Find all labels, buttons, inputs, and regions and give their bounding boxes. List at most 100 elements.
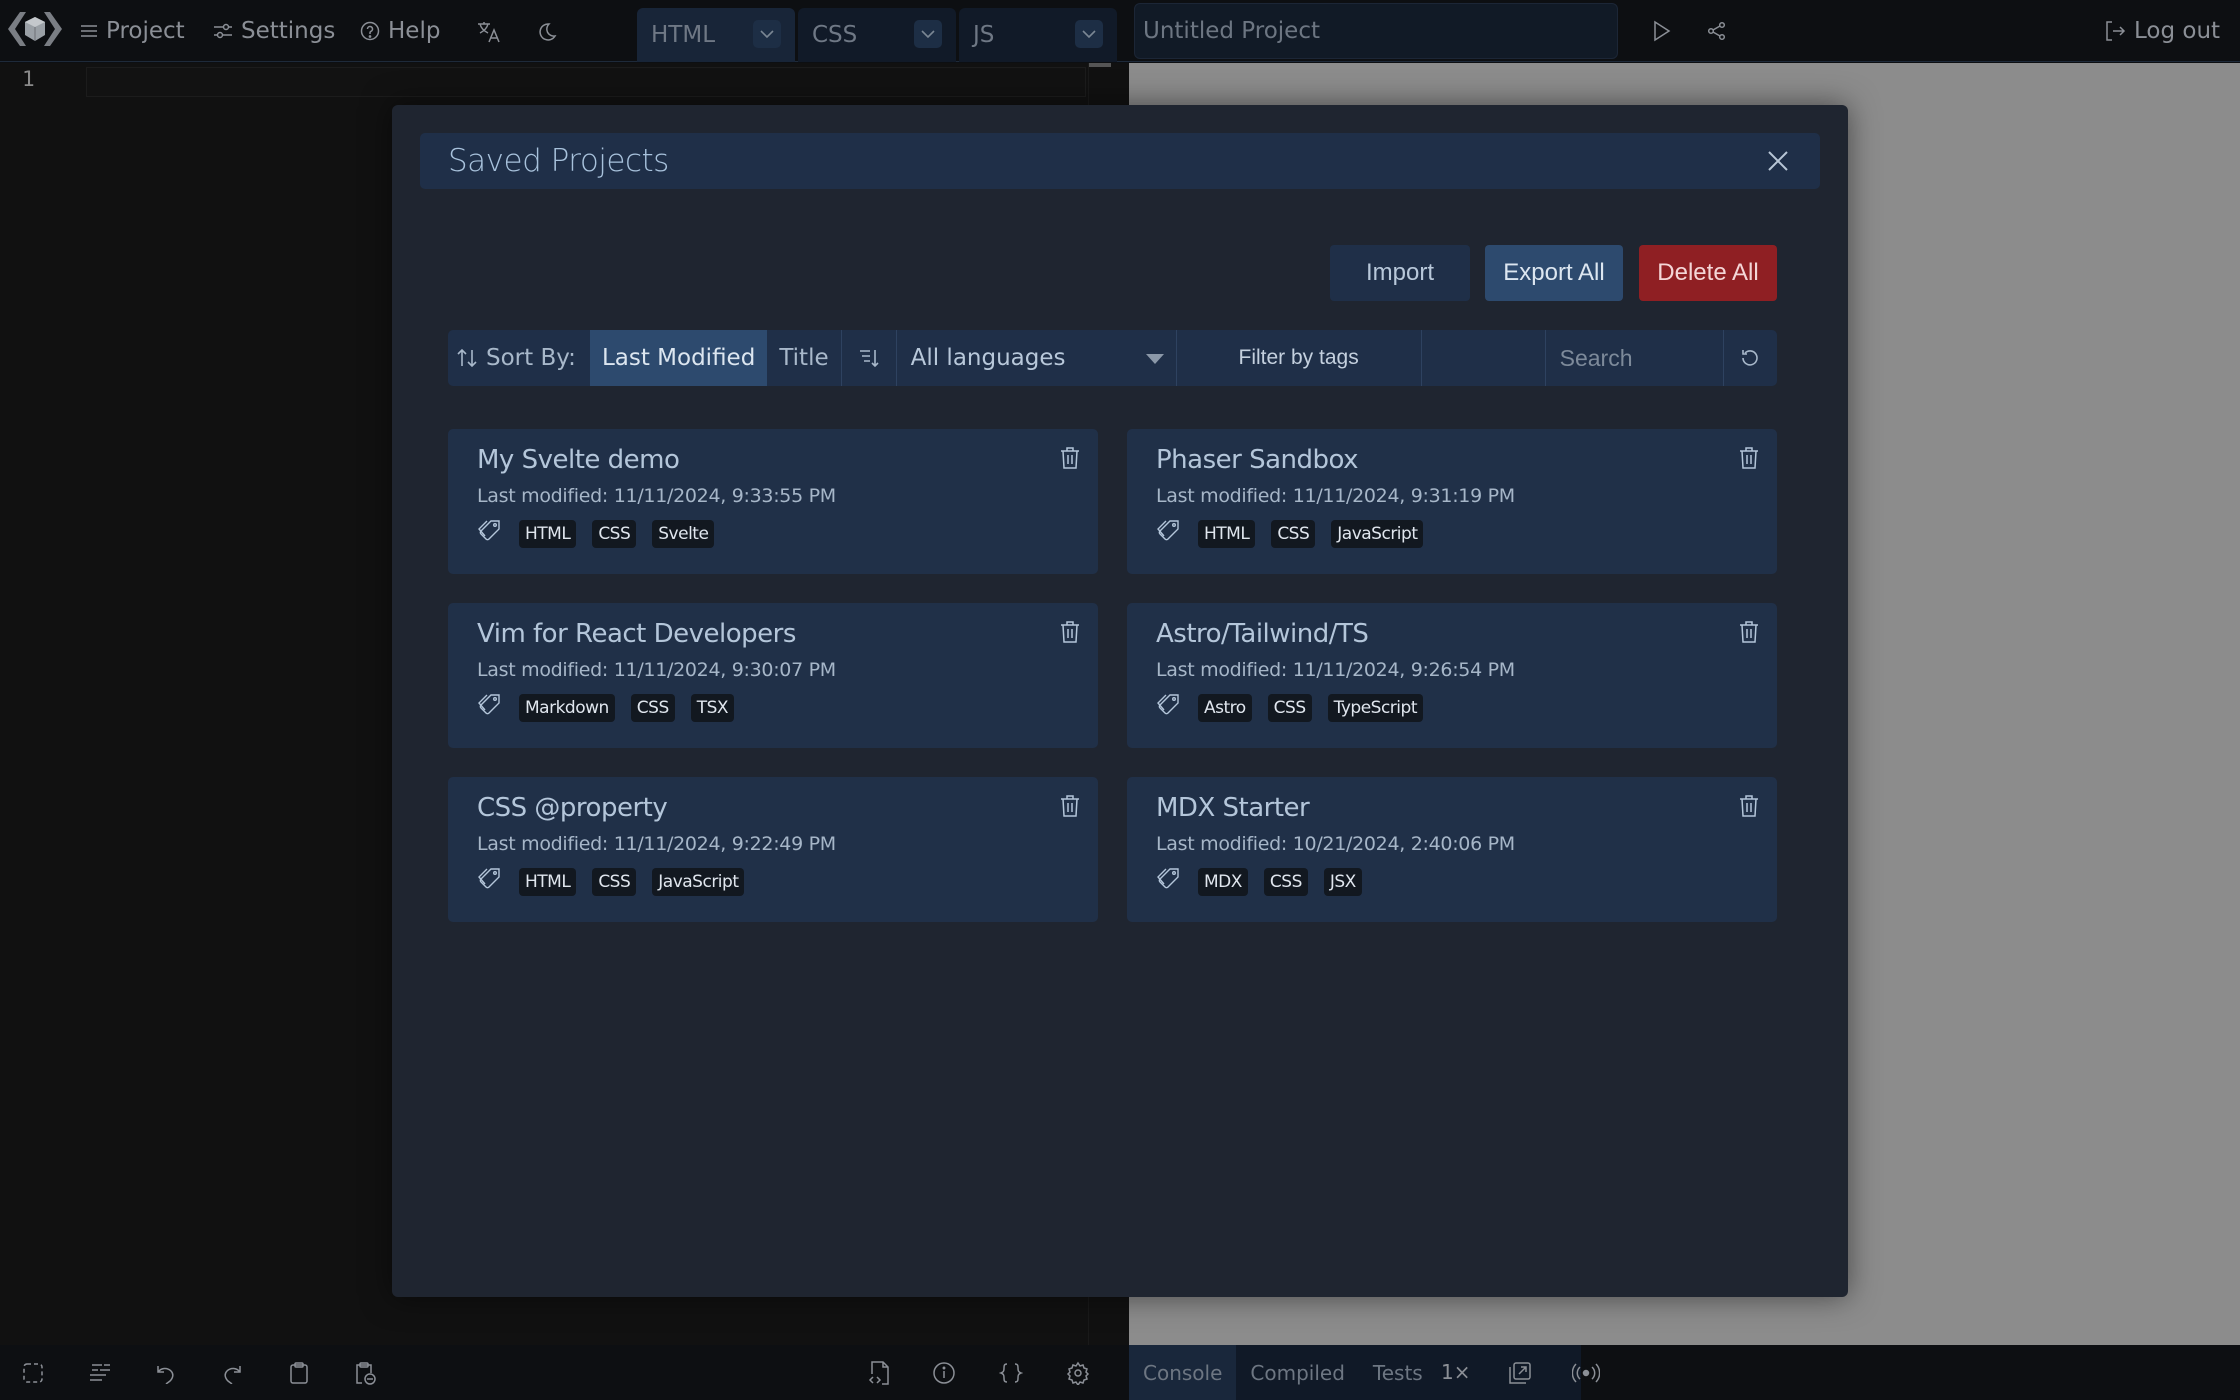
bottom-toolbar [0,1345,2240,1400]
format-code-button[interactable] [997,1359,1025,1387]
project-card[interactable]: CSS @property Last modified: 11/11/2024,… [448,777,1098,922]
format-button[interactable] [86,1359,114,1387]
editor-language-dropdown-js[interactable] [1075,20,1103,48]
project-tag: CSS [1263,867,1308,896]
editor-settings-button[interactable] [1064,1359,1092,1387]
tags-filter-area[interactable] [1422,330,1546,386]
project-tags: Markdown CSS TSX [477,693,735,722]
project-tag: Astro [1198,693,1252,722]
sort-option-last-modified[interactable]: Last Modified [589,330,768,386]
code-to-image-button[interactable] [864,1359,892,1387]
project-tag: HTML [1198,519,1256,548]
project-title-input[interactable] [1134,3,1618,59]
paste-icon [356,1362,376,1385]
project-last-modified: Last modified: 11/11/2024, 9:33:55 PM [477,485,836,507]
tag-icon [1156,519,1182,548]
tab-console[interactable]: Console [1129,1345,1237,1400]
open-in-new-window-button[interactable] [1506,1359,1534,1387]
help-circle-icon [360,21,380,41]
delete-project-button[interactable] [1058,619,1082,645]
delete-project-button[interactable] [1058,793,1082,819]
zoom-level-button[interactable]: 1× [1441,1360,1470,1384]
undo-button[interactable] [152,1359,180,1387]
project-tag: HTML [519,867,577,896]
editor-language-dropdown-html[interactable] [753,20,781,48]
editor-language-dropdown-css[interactable] [914,20,942,48]
logout-button[interactable]: Log out [2104,14,2220,48]
broadcast-button[interactable] [1572,1359,1600,1387]
project-card[interactable]: MDX Starter Last modified: 10/21/2024, 2… [1127,777,1777,922]
project-tag: JavaScript [652,867,745,896]
reset-filters-button[interactable] [1724,330,1777,386]
trash-icon [1061,795,1079,817]
tab-compiled[interactable]: Compiled [1236,1345,1359,1400]
undo-icon [157,1366,174,1384]
menu-settings[interactable]: Settings [213,14,335,48]
project-card[interactable]: Phaser Sandbox Last modified: 11/11/2024… [1127,429,1777,574]
top-toolbar: Project Settings Help HTML CSS JS Untitl… [0,0,2240,62]
saved-projects-modal: Saved Projects Import Export All Delete … [392,105,1848,1297]
project-tag: JSX [1323,867,1362,896]
menu-settings-label: Settings [241,18,336,44]
project-card[interactable]: My Svelte demo Last modified: 11/11/2024… [448,429,1098,574]
import-button[interactable]: Import [1330,245,1470,301]
delete-project-button[interactable] [1737,619,1761,645]
dropdown-triangle-icon [1145,354,1164,364]
share-button[interactable] [1704,18,1730,44]
sort-direction-button[interactable] [840,330,897,386]
delete-project-button[interactable] [1058,445,1082,471]
editor-scrollbar-thumb[interactable] [1089,63,1111,67]
tab-tests[interactable]: Tests [1359,1345,1437,1400]
menu-help-label: Help [388,18,441,44]
project-tag: CSS [630,693,675,722]
language-filter-select[interactable]: All languages [897,330,1177,386]
project-title: MDX Starter [1156,793,1310,823]
project-list: My Svelte demo Last modified: 11/11/2024… [448,429,1777,922]
delete-all-button[interactable]: Delete All [1639,245,1777,301]
tags-filter-input[interactable]: Filter by tags [1177,330,1422,386]
trash-icon [1061,447,1079,469]
modal-title: Saved Projects [448,143,669,179]
project-tag: TSX [690,693,735,722]
select-all-button[interactable] [19,1359,47,1387]
project-card[interactable]: Vim for React Developers Last modified: … [448,603,1098,748]
select-all-icon [23,1363,43,1383]
active-line[interactable] [86,67,1086,97]
format-icon [90,1364,110,1381]
project-card[interactable]: Astro/Tailwind/TS Last modified: 11/11/2… [1127,603,1777,748]
editor-tab-js[interactable]: JS [959,8,1117,62]
search-input[interactable] [1545,330,1724,386]
project-title: Phaser Sandbox [1156,445,1359,475]
editor-tab-html[interactable]: HTML [637,8,795,62]
sort-option-title[interactable]: Title [767,330,840,386]
project-tag: CSS [1271,519,1316,548]
app-logo[interactable] [6,8,64,50]
editor-tab-css-label: CSS [812,22,858,48]
tag-icon [477,519,503,548]
line-number: 1 [22,67,35,91]
theme-toggle[interactable] [532,18,560,46]
menu-project[interactable]: Project [80,14,185,48]
tag-icon [1156,693,1182,722]
reset-icon [1742,350,1759,366]
sort-by-label: Sort By: [448,330,590,386]
project-tags: MDX CSS JSX [1156,867,1362,896]
language-button[interactable] [474,18,504,46]
tag-icon [477,693,503,722]
modal-close-button[interactable] [1764,147,1792,175]
info-button[interactable] [930,1359,958,1387]
run-button[interactable] [1649,18,1675,44]
editor-tab-css[interactable]: CSS [798,8,956,62]
project-tag: CSS [592,867,637,896]
copy-button[interactable] [285,1359,313,1387]
copy-as-url-button[interactable] [352,1359,380,1387]
project-tag: JavaScript [1331,519,1424,548]
project-last-modified: Last modified: 10/21/2024, 2:40:06 PM [1156,833,1515,855]
delete-project-button[interactable] [1737,445,1761,471]
menu-help[interactable]: Help [360,14,440,48]
delete-project-button[interactable] [1737,793,1761,819]
redo-button[interactable] [218,1359,246,1387]
export-all-button[interactable]: Export All [1485,245,1623,301]
project-tag: Svelte [652,519,715,548]
project-tag: Markdown [519,693,615,722]
